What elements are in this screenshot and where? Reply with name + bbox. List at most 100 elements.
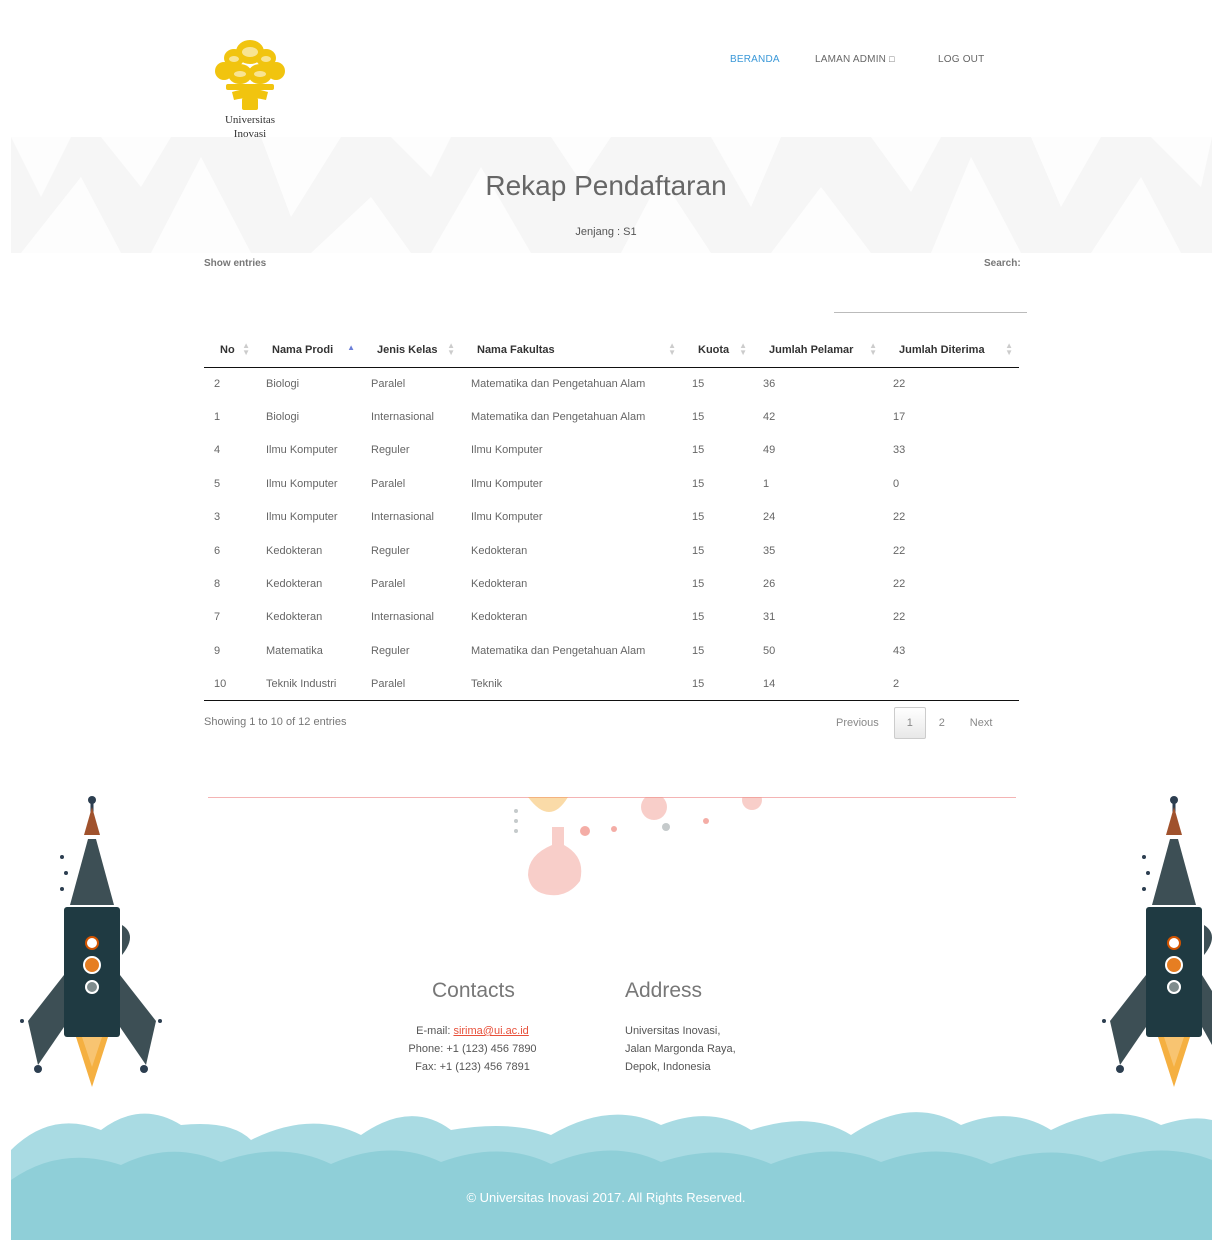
nav-logout[interactable]: LOG OUT bbox=[938, 54, 984, 65]
column-header-jumlah-pelamar[interactable]: Jumlah Pelamar ▲ ▼ bbox=[753, 333, 883, 368]
cell-jumlah-pelamar: 14 bbox=[753, 667, 883, 702]
cell-nama-fakultas: Kedokteran bbox=[471, 544, 528, 557]
cell-no: 8 bbox=[214, 578, 221, 591]
page-title: Rekap Pendaftaran bbox=[485, 170, 727, 201]
cell-kuota: 15 bbox=[692, 444, 705, 457]
copyright-text: © Universitas Inovasi 2017. All Rights R… bbox=[466, 1190, 746, 1205]
contacts-block: E-mail: sirima@ui.ac.id Phone: +1 (123) … bbox=[380, 1022, 565, 1076]
pagination: Previous 1 2 Next bbox=[836, 707, 992, 739]
cell-jumlah-diterima: 43 bbox=[893, 644, 906, 657]
cell-no: 4 bbox=[214, 444, 221, 457]
cell-jumlah-pelamar: 50 bbox=[763, 644, 776, 657]
table-row: 7 Kedokteran Internasional Kedokteran 15… bbox=[204, 601, 1019, 634]
cell-kuota: 15 bbox=[692, 377, 705, 390]
email-link[interactable]: sirima@ui.ac.id bbox=[453, 1025, 528, 1037]
address-line: Jalan Margonda Raya, bbox=[625, 1043, 736, 1055]
cell-nama-prodi: Matematika bbox=[266, 644, 323, 657]
cell-nama-prodi: Ilmu Komputer bbox=[266, 444, 338, 457]
cell-nama-prodi: Kedokteran bbox=[266, 544, 323, 557]
cell-nama-fakultas: Ilmu Komputer bbox=[471, 444, 543, 457]
search-input[interactable] bbox=[834, 296, 1027, 313]
cell-kuota: 15 bbox=[692, 544, 705, 557]
cell-jumlah-diterima: 2 bbox=[883, 667, 1019, 702]
column-header-label: Jumlah Diterima bbox=[899, 343, 985, 356]
cell-jumlah-pelamar: 49 bbox=[763, 444, 776, 457]
cell-no: 3 bbox=[214, 511, 221, 524]
cell-nama-fakultas: Matematika dan Pengetahuan Alam bbox=[471, 644, 646, 657]
cell-jumlah-diterima: 22 bbox=[893, 544, 906, 557]
cell-jumlah-pelamar: 1 bbox=[763, 477, 770, 490]
cell-jumlah-pelamar: 31 bbox=[763, 611, 776, 624]
cell-kuota: 15 bbox=[682, 667, 753, 702]
nav-laman-admin[interactable]: LAMAN ADMIN □ bbox=[815, 54, 938, 65]
cell-nama-fakultas: Kedokteran bbox=[471, 611, 528, 624]
cell-kuota: 15 bbox=[692, 611, 705, 624]
main-nav: BERANDA LAMAN ADMIN □ LOG OUT bbox=[730, 54, 984, 65]
cell-nama-fakultas: Ilmu Komputer bbox=[471, 511, 543, 524]
cell-jenis-kelas: Paralel bbox=[371, 477, 406, 490]
cell-jumlah-pelamar: 35 bbox=[763, 544, 776, 557]
cell-nama-prodi: Teknik Industri bbox=[256, 667, 361, 702]
cell-jenis-kelas: Paralel bbox=[371, 578, 406, 591]
cell-no: 9 bbox=[214, 644, 221, 657]
phone-text: Phone: +1 (123) 456 7890 bbox=[408, 1043, 537, 1055]
contacts-title: Contacts bbox=[432, 979, 515, 1002]
column-header-no[interactable]: No ▲ ▼ bbox=[204, 333, 256, 368]
table-row: 9 Matematika Reguler Matematika dan Peng… bbox=[204, 634, 1019, 667]
column-header-jumlah-diterima[interactable]: Jumlah Diterima ▲ ▼ bbox=[883, 333, 1019, 368]
table-row: 5 Ilmu Komputer Paralel Ilmu Komputer 15… bbox=[204, 467, 1019, 500]
cell-no: 7 bbox=[214, 611, 221, 624]
cell-nama-prodi: Biologi bbox=[266, 411, 300, 424]
pagination-page-2[interactable]: 2 bbox=[926, 707, 958, 739]
cell-nama-fakultas: Matematika dan Pengetahuan Alam bbox=[471, 377, 646, 390]
table-row: 1 Biologi Internasional Matematika dan P… bbox=[204, 400, 1019, 433]
cell-nama-fakultas: Ilmu Komputer bbox=[471, 477, 543, 490]
cell-nama-prodi: Kedokteran bbox=[266, 578, 323, 591]
cell-jenis-kelas: Internasional bbox=[371, 511, 434, 524]
cell-nama-prodi: Biologi bbox=[266, 377, 300, 390]
cell-jenis-kelas: Paralel bbox=[361, 667, 461, 702]
address-block: Universitas Inovasi, Jalan Margonda Raya… bbox=[625, 1022, 736, 1076]
dropdown-caret-icon: □ bbox=[889, 54, 895, 64]
pagination-previous[interactable]: Previous bbox=[836, 717, 879, 729]
nav-laman-admin-label: LAMAN ADMIN bbox=[815, 54, 887, 65]
cell-no: 6 bbox=[214, 544, 221, 557]
column-header-label: Nama Fakultas bbox=[477, 343, 555, 356]
sort-icon: ▲ ▼ bbox=[668, 341, 676, 357]
flask-illustration-icon bbox=[514, 797, 762, 896]
cell-jumlah-diterima: 22 bbox=[893, 377, 906, 390]
logo-name-line1: Universitas bbox=[224, 114, 276, 126]
cell-jumlah-diterima: 22 bbox=[893, 611, 906, 624]
column-header-label: Jenis Kelas bbox=[377, 343, 438, 356]
address-line: Universitas Inovasi, bbox=[625, 1025, 721, 1037]
cell-jenis-kelas: Reguler bbox=[371, 544, 410, 557]
column-header-jenis-kelas[interactable]: Jenis Kelas ▲ ▼ bbox=[361, 333, 461, 368]
table-row: 3 Ilmu Komputer Internasional Ilmu Kompu… bbox=[204, 501, 1019, 534]
table-row: 2 Biologi Paralel Matematika dan Pengeta… bbox=[204, 367, 1019, 400]
column-header-kuota[interactable]: Kuota ▲ ▼ bbox=[682, 333, 753, 368]
sort-icon: ▲ ▼ bbox=[869, 341, 877, 357]
nav-beranda[interactable]: BERANDA bbox=[730, 54, 815, 65]
cell-kuota: 15 bbox=[692, 411, 705, 424]
cell-jumlah-pelamar: 36 bbox=[763, 377, 776, 390]
registration-table: No ▲ ▼ Nama Prodi ▲ Jenis Kelas ▲ ▼ Nama Faku… bbox=[204, 333, 1019, 702]
cell-kuota: 15 bbox=[692, 644, 705, 657]
cell-nama-fakultas: Matematika dan Pengetahuan Alam bbox=[471, 411, 646, 424]
column-header-label: No bbox=[220, 343, 235, 356]
table-info: Showing 1 to 10 of 12 entries bbox=[204, 716, 347, 728]
column-header-nama-prodi[interactable]: Nama Prodi ▲ bbox=[256, 333, 361, 368]
pagination-next[interactable]: Next bbox=[970, 717, 993, 729]
cell-jumlah-diterima: 22 bbox=[893, 511, 906, 524]
sort-icon: ▲ ▼ bbox=[242, 341, 250, 357]
cell-jenis-kelas: Paralel bbox=[371, 377, 406, 390]
cell-no: 5 bbox=[214, 477, 221, 490]
column-header-label: Nama Prodi bbox=[272, 343, 334, 356]
sort-icon: ▲ ▼ bbox=[1005, 341, 1013, 357]
address-line: Depok, Indonesia bbox=[625, 1061, 711, 1073]
sort-icon: ▲ ▼ bbox=[447, 341, 455, 357]
column-header-nama-fakultas[interactable]: Nama Fakultas ▲ ▼ bbox=[461, 333, 682, 368]
pagination-page-1[interactable]: 1 bbox=[893, 707, 926, 739]
rocket-illustration-icon bbox=[20, 796, 162, 1087]
cell-kuota: 15 bbox=[692, 477, 705, 490]
cell-no: 1 bbox=[214, 411, 221, 424]
